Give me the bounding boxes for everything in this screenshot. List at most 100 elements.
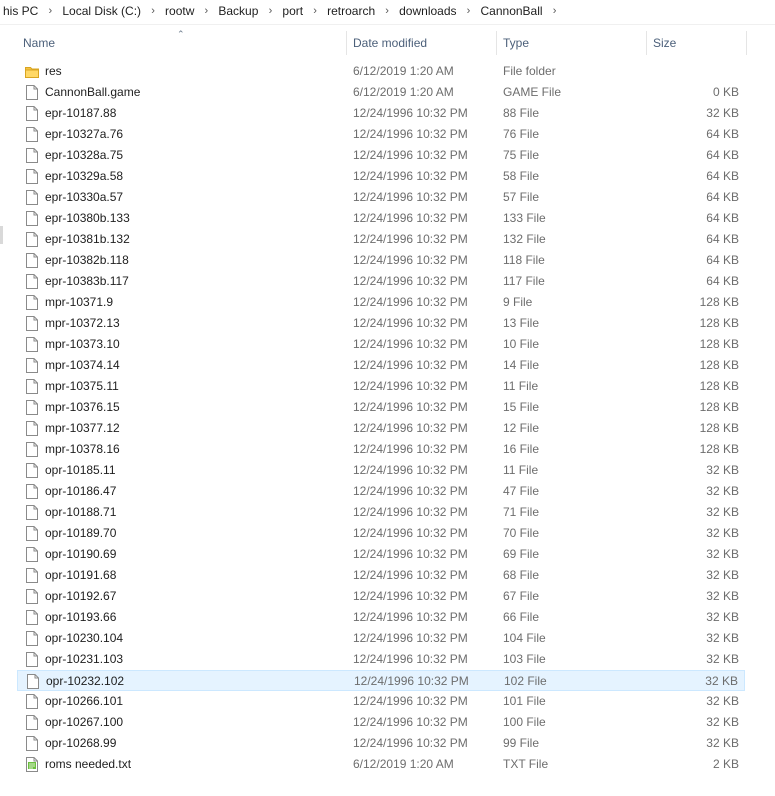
file-icon (25, 190, 39, 205)
breadcrumb-item[interactable]: downloads (398, 4, 457, 18)
column-header-date[interactable]: Date modified (347, 31, 497, 55)
file-icon (26, 674, 40, 689)
address-bar[interactable]: his PC › Local Disk (C:) › rootw › Backup › port… (0, 0, 775, 25)
file-date-modified: 12/24/1996 10:32 PM (353, 232, 468, 246)
file-row[interactable]: epr-10382b.118 12/24/1996 10:32 PM 118 Fil… (17, 250, 745, 271)
file-name: opr-10190.69 (45, 547, 117, 561)
column-header-type[interactable]: Type (497, 31, 647, 55)
file-row[interactable]: mpr-10377.12 12/24/1996 10:32 PM 12 File 12… (17, 418, 745, 439)
sort-ascending-icon: ⌃ (177, 29, 185, 39)
chevron-right-icon[interactable]: › (376, 5, 398, 17)
file-type: 68 File (503, 568, 540, 582)
file-icon (25, 694, 39, 709)
file-size: 32 KB (706, 715, 739, 729)
breadcrumb-item[interactable]: retroarch (326, 4, 376, 18)
file-row[interactable]: epr-10380b.133 12/24/1996 10:32 PM 133 Fil… (17, 208, 745, 229)
file-row[interactable]: mpr-10376.15 12/24/1996 10:32 PM 15 File 12… (17, 397, 745, 418)
file-name: epr-10329a.58 (45, 169, 124, 183)
file-date-modified: 12/24/1996 10:32 PM (353, 484, 468, 498)
file-row[interactable]: epr-10329a.58 12/24/1996 10:32 PM 58 File 6… (17, 166, 745, 187)
breadcrumb-item[interactable]: CannonBall (480, 4, 544, 18)
file-size: 64 KB (706, 211, 739, 225)
file-size: 128 KB (699, 379, 739, 393)
file-row[interactable]: opr-10185.11 12/24/1996 10:32 PM 11 File 32… (17, 460, 745, 481)
file-size: 32 KB (706, 589, 739, 603)
file-row[interactable]: mpr-10371.9 12/24/1996 10:32 PM 9 File 128 … (17, 292, 745, 313)
file-type: 99 File (503, 736, 540, 750)
chevron-right-icon[interactable]: › (544, 5, 566, 17)
breadcrumb-item[interactable]: his PC (2, 4, 39, 18)
file-size: 32 KB (706, 547, 739, 561)
file-date-modified: 12/24/1996 10:32 PM (353, 106, 468, 120)
file-row[interactable]: epr-10383b.117 12/24/1996 10:32 PM 117 Fil… (17, 271, 745, 292)
file-icon (25, 211, 39, 226)
file-row[interactable]: roms needed.txt 6/12/2019 1:20 AM TXT File… (17, 754, 745, 775)
file-row[interactable]: opr-10192.67 12/24/1996 10:32 PM 67 File 32… (17, 586, 745, 607)
file-row[interactable]: opr-10189.70 12/24/1996 10:32 PM 70 File 32… (17, 523, 745, 544)
file-row[interactable]: epr-10328a.75 12/24/1996 10:32 PM 75 File 6… (17, 145, 745, 166)
file-row[interactable]: opr-10268.99 12/24/1996 10:32 PM 99 File 32… (17, 733, 745, 754)
file-date-modified: 12/24/1996 10:32 PM (353, 400, 468, 414)
file-row[interactable]: mpr-10372.13 12/24/1996 10:32 PM 13 File 12… (17, 313, 745, 334)
chevron-right-icon[interactable]: › (195, 5, 217, 17)
file-date-modified: 12/24/1996 10:32 PM (353, 379, 468, 393)
file-icon (25, 106, 39, 121)
file-date-modified: 12/24/1996 10:32 PM (353, 169, 468, 183)
file-row[interactable]: opr-10231.103 12/24/1996 10:32 PM 103 File… (17, 649, 745, 670)
file-icon (25, 736, 39, 751)
file-name: opr-10189.70 (45, 526, 117, 540)
breadcrumb-item[interactable]: Local Disk (C:) (61, 4, 142, 18)
file-size: 128 KB (699, 358, 739, 372)
file-date-modified: 12/24/1996 10:32 PM (353, 295, 468, 309)
file-row[interactable]: opr-10232.102 12/24/1996 10:32 PM 102 File… (17, 670, 745, 691)
file-date-modified: 12/24/1996 10:32 PM (353, 505, 468, 519)
file-name: opr-10231.103 (45, 652, 124, 666)
file-type: 103 File (503, 652, 546, 666)
chevron-right-icon[interactable]: › (304, 5, 326, 17)
file-row[interactable]: opr-10188.71 12/24/1996 10:32 PM 71 File 32… (17, 502, 745, 523)
file-size: 64 KB (706, 232, 739, 246)
file-type: 12 File (503, 421, 540, 435)
file-row[interactable]: epr-10327a.76 12/24/1996 10:32 PM 76 File 6… (17, 124, 745, 145)
file-row[interactable]: mpr-10374.14 12/24/1996 10:32 PM 14 File 12… (17, 355, 745, 376)
file-date-modified: 12/24/1996 10:32 PM (353, 127, 468, 141)
breadcrumb-item[interactable]: port (281, 4, 304, 18)
file-row[interactable]: opr-10190.69 12/24/1996 10:32 PM 69 File 32… (17, 544, 745, 565)
file-row[interactable]: opr-10230.104 12/24/1996 10:32 PM 104 File… (17, 628, 745, 649)
file-icon (25, 316, 39, 331)
file-row[interactable]: opr-10186.47 12/24/1996 10:32 PM 47 File 32… (17, 481, 745, 502)
file-icon (25, 148, 39, 163)
chevron-right-icon[interactable]: › (39, 5, 61, 17)
file-row[interactable]: epr-10381b.132 12/24/1996 10:32 PM 132 Fil… (17, 229, 745, 250)
file-date-modified: 12/24/1996 10:32 PM (353, 358, 468, 372)
chevron-right-icon[interactable]: › (259, 5, 281, 17)
column-header-name[interactable]: Name ⌃ (17, 29, 347, 55)
breadcrumb-item[interactable]: Backup (217, 4, 259, 18)
file-row[interactable]: opr-10191.68 12/24/1996 10:32 PM 68 File 32… (17, 565, 745, 586)
file-row[interactable]: res 6/12/2019 1:20 AM File folder (17, 61, 745, 82)
file-type: TXT File (503, 757, 549, 771)
file-row[interactable]: opr-10193.66 12/24/1996 10:32 PM 66 File 32… (17, 607, 745, 628)
file-size: 128 KB (699, 316, 739, 330)
file-row[interactable]: mpr-10373.10 12/24/1996 10:32 PM 10 File 12… (17, 334, 745, 355)
file-date-modified: 12/24/1996 10:32 PM (354, 674, 469, 688)
column-header-size[interactable]: Size (647, 31, 747, 55)
breadcrumb-item[interactable]: rootw (164, 4, 195, 18)
file-row[interactable]: epr-10187.88 12/24/1996 10:32 PM 88 File 32… (17, 103, 745, 124)
file-row[interactable]: mpr-10378.16 12/24/1996 10:32 PM 16 File 12… (17, 439, 745, 460)
chevron-right-icon[interactable]: › (142, 5, 164, 17)
file-size: 128 KB (699, 295, 739, 309)
file-name: epr-10330a.57 (45, 190, 124, 204)
file-date-modified: 12/24/1996 10:32 PM (353, 148, 468, 162)
file-type: 13 File (503, 316, 540, 330)
file-icon (25, 127, 39, 142)
file-name: opr-10191.68 (45, 568, 117, 582)
file-row[interactable]: opr-10266.101 12/24/1996 10:32 PM 101 File… (17, 691, 745, 712)
file-row[interactable]: opr-10267.100 12/24/1996 10:32 PM 100 File… (17, 712, 745, 733)
file-row[interactable]: CannonBall.game 6/12/2019 1:20 AM GAME Fil… (17, 82, 745, 103)
file-name: opr-10232.102 (46, 674, 125, 688)
file-size: 32 KB (706, 631, 739, 645)
file-row[interactable]: mpr-10375.11 12/24/1996 10:32 PM 11 File 12… (17, 376, 745, 397)
chevron-right-icon[interactable]: › (458, 5, 480, 17)
file-row[interactable]: epr-10330a.57 12/24/1996 10:32 PM 57 File 6… (17, 187, 745, 208)
